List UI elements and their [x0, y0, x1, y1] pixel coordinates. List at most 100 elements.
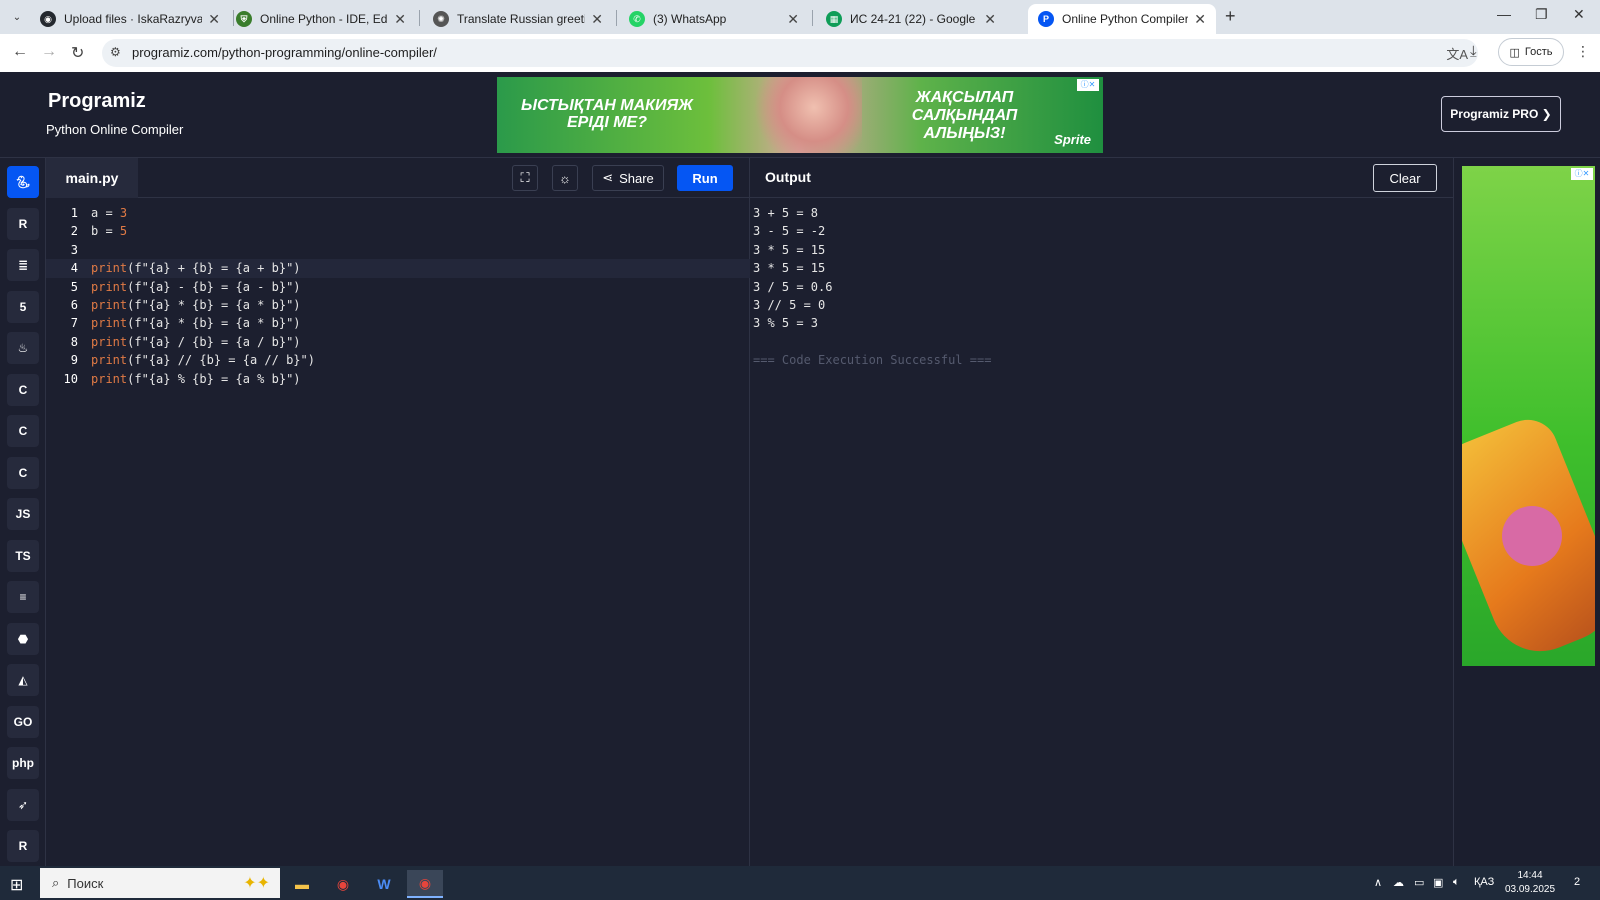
chrome-icon[interactable]: ◉ — [325, 870, 361, 898]
tab-search-chevron-icon[interactable]: ⌄ — [6, 6, 28, 28]
windows-start-icon[interactable]: ⊞ — [10, 875, 23, 895]
close-tab-icon[interactable]: ✕ — [208, 11, 220, 28]
new-tab-plus-icon[interactable]: + — [1225, 6, 1236, 27]
close-tab-icon[interactable]: ✕ — [787, 11, 799, 28]
python-icon[interactable]: 🐍︎ — [7, 166, 39, 198]
address-bar[interactable]: ⚙ programiz.com/python-programming/onlin… — [102, 39, 1478, 67]
top-ad-banner[interactable]: ЫСТЫҚТАН МАКИЯЖ ЕРІДІ МЕ? ЖАҚСЫЛАП САЛҚЫ… — [497, 77, 1103, 153]
close-tab-icon[interactable]: ✕ — [984, 11, 996, 28]
code-line[interactable]: 5 print(f"{a} - {b} = {a - b}") — [46, 278, 750, 296]
html-icon[interactable]: 5 — [7, 290, 39, 323]
output-panel: Output Clear 3 + 5 = 8 3 - 5 = -2 3 * 5 = … — [750, 158, 1454, 866]
code-line[interactable]: 10 print(f"{a} % {b} = {a % b}") — [46, 370, 750, 388]
js-icon[interactable]: JS — [7, 498, 39, 530]
fullscreen-icon[interactable]: ⛶ — [512, 165, 538, 191]
run-button[interactable]: Run — [677, 165, 733, 191]
tab-separator — [616, 10, 617, 26]
file-explorer-icon[interactable]: ▬ — [284, 870, 320, 898]
code-text: print(f"{a} / {b} = {a / b}") — [91, 334, 301, 349]
output-toolbar: Output Clear — [750, 158, 1454, 198]
back-arrow-icon[interactable]: ← — [12, 43, 28, 61]
restore-icon[interactable]: ❐ — [1535, 6, 1548, 23]
code-line[interactable]: 9 print(f"{a} // {b} = {a // b}") — [46, 351, 750, 369]
line-number: 2 — [70, 224, 78, 239]
profile-guest-button[interactable]: ◫ Гость — [1498, 38, 1564, 66]
php-icon[interactable]: php — [7, 747, 39, 779]
code-text: print(f"{a} - {b} = {a - b}") — [91, 279, 301, 294]
close-tab-icon[interactable]: ✕ — [591, 11, 603, 28]
output-line: 3 + 5 = 8 — [753, 206, 819, 220]
browser-tab[interactable]: ⛨ Online Python - IDE, Editor, Co ✕ — [226, 4, 416, 34]
translate-icon[interactable]: 文A — [1446, 44, 1468, 63]
code-line[interactable]: 2 b = 5 — [46, 222, 750, 240]
browser-tab[interactable]: P Online Python Compiler (Interp ✕ — [1028, 4, 1216, 34]
code-line[interactable]: 8 print(f"{a} / {b} = {a / b}") — [46, 333, 750, 351]
kotlin-icon[interactable]: ◭ — [7, 664, 39, 696]
ruby-icon[interactable]: R — [7, 830, 39, 862]
tray-chevron-icon[interactable]: ∧ — [1374, 876, 1382, 889]
input-language[interactable]: ҚАЗ — [1474, 876, 1494, 888]
battery-icon[interactable]: ▭ — [1414, 876, 1424, 889]
close-window-icon[interactable]: ✕ — [1573, 6, 1585, 23]
guest-label: Гость — [1524, 46, 1553, 58]
tab-title: Translate Russian greeting — [457, 12, 585, 26]
minimize-icon[interactable]: — — [1497, 6, 1511, 22]
profile-icon: ◫ — [1509, 46, 1520, 59]
url-text[interactable]: programiz.com/python-programming/online-… — [132, 45, 437, 60]
shield-icon: ⛨ — [236, 11, 252, 27]
java-icon[interactable]: ♨ — [7, 332, 39, 364]
side-ad-banner[interactable]: ⓘ✕ — [1462, 166, 1595, 666]
word-icon[interactable]: W — [366, 870, 402, 898]
line-number: 1 — [70, 206, 78, 220]
code-area[interactable]: 1 a = 3 2 b = 5 3 4 print(f"{a} + {b} = {a + b… — [46, 204, 750, 388]
forward-arrow-icon[interactable]: → — [41, 43, 57, 61]
sql-icon[interactable]: ≣ — [7, 249, 39, 281]
theme-toggle-sun-icon[interactable]: ☼ — [552, 165, 578, 191]
go-icon[interactable]: GO — [7, 705, 39, 738]
openai-icon: ✺ — [433, 11, 449, 27]
rust-icon[interactable]: ⬣ — [7, 622, 39, 655]
onedrive-icon[interactable]: ☁ — [1393, 876, 1404, 889]
csharp-icon[interactable]: C — [7, 456, 39, 489]
line-number: 4 — [70, 261, 78, 276]
dsa-icon[interactable]: ≡ — [7, 581, 39, 613]
code-line[interactable]: 7 print(f"{a} * {b} = {a * b}") — [46, 314, 750, 332]
code-line[interactable]: 4 print(f"{a} + {b} = {a + b}") — [46, 259, 750, 278]
chrome-active-icon[interactable]: ◉ — [407, 870, 443, 898]
output-line: 3 % 5 = 3 — [753, 316, 819, 331]
programiz-logo[interactable]: Programiz — [48, 90, 146, 113]
browser-tab[interactable]: ◉ Upload files · IskaRazryvatelKis ✕ — [30, 4, 230, 34]
ad-info-icon[interactable]: ⓘ✕ — [1077, 79, 1099, 91]
download-icon[interactable]: ⤓ — [1470, 43, 1477, 60]
volume-icon[interactable]: 🔈︎ — [1453, 876, 1460, 889]
cpp-icon[interactable]: C — [7, 415, 39, 447]
c-icon[interactable]: C — [7, 373, 39, 406]
r-icon[interactable]: R — [7, 207, 39, 240]
network-icon[interactable]: ▣ — [1433, 876, 1443, 889]
clock[interactable]: 14:44 03.09.2025 — [1500, 869, 1560, 897]
browser-tab[interactable]: ✆ (3) WhatsApp ✕ — [619, 4, 809, 34]
ad-left-text: ЫСТЫҚТАН МАКИЯЖ ЕРІДІ МЕ? — [521, 97, 693, 131]
close-tab-icon[interactable]: ✕ — [1194, 11, 1206, 28]
file-tab-main[interactable]: main.py — [46, 158, 138, 198]
browser-menu-icon[interactable]: ⋮ — [1576, 43, 1590, 60]
code-text: print(f"{a} * {b} = {a * b}") — [91, 316, 301, 331]
side-ad-info-icon[interactable]: ⓘ✕ — [1571, 168, 1593, 180]
ts-icon[interactable]: TS — [7, 539, 39, 572]
clear-button[interactable]: Clear — [1373, 164, 1437, 192]
code-line[interactable]: 1 a = 3 — [46, 204, 750, 222]
browser-tab[interactable]: ✺ Translate Russian greeting ✕ — [423, 4, 613, 34]
code-line[interactable]: 3 — [46, 241, 750, 259]
taskbar-search[interactable]: ⌕ Поиск ✦✦ — [40, 868, 280, 898]
whatsapp-icon: ✆ — [629, 11, 645, 27]
share-button[interactable]: ⋖ Share — [592, 165, 664, 191]
notification-center-icon[interactable]: 2 — [1566, 872, 1588, 892]
close-tab-icon[interactable]: ✕ — [394, 11, 406, 28]
swift-icon[interactable]: ➶ — [7, 788, 39, 821]
code-line[interactable]: 6 print(f"{a} * {b} = {a * b}") — [46, 296, 750, 314]
browser-tab[interactable]: ▦ ИС 24-21 (22) - Google Табли ✕ — [816, 4, 1006, 34]
programiz-pro-button[interactable]: Programiz PRO ❯ — [1441, 96, 1561, 132]
reload-icon[interactable]: ↻ — [71, 43, 84, 63]
page-subtitle: Python Online Compiler — [46, 122, 184, 137]
site-settings-icon[interactable]: ⚙ — [110, 45, 121, 59]
